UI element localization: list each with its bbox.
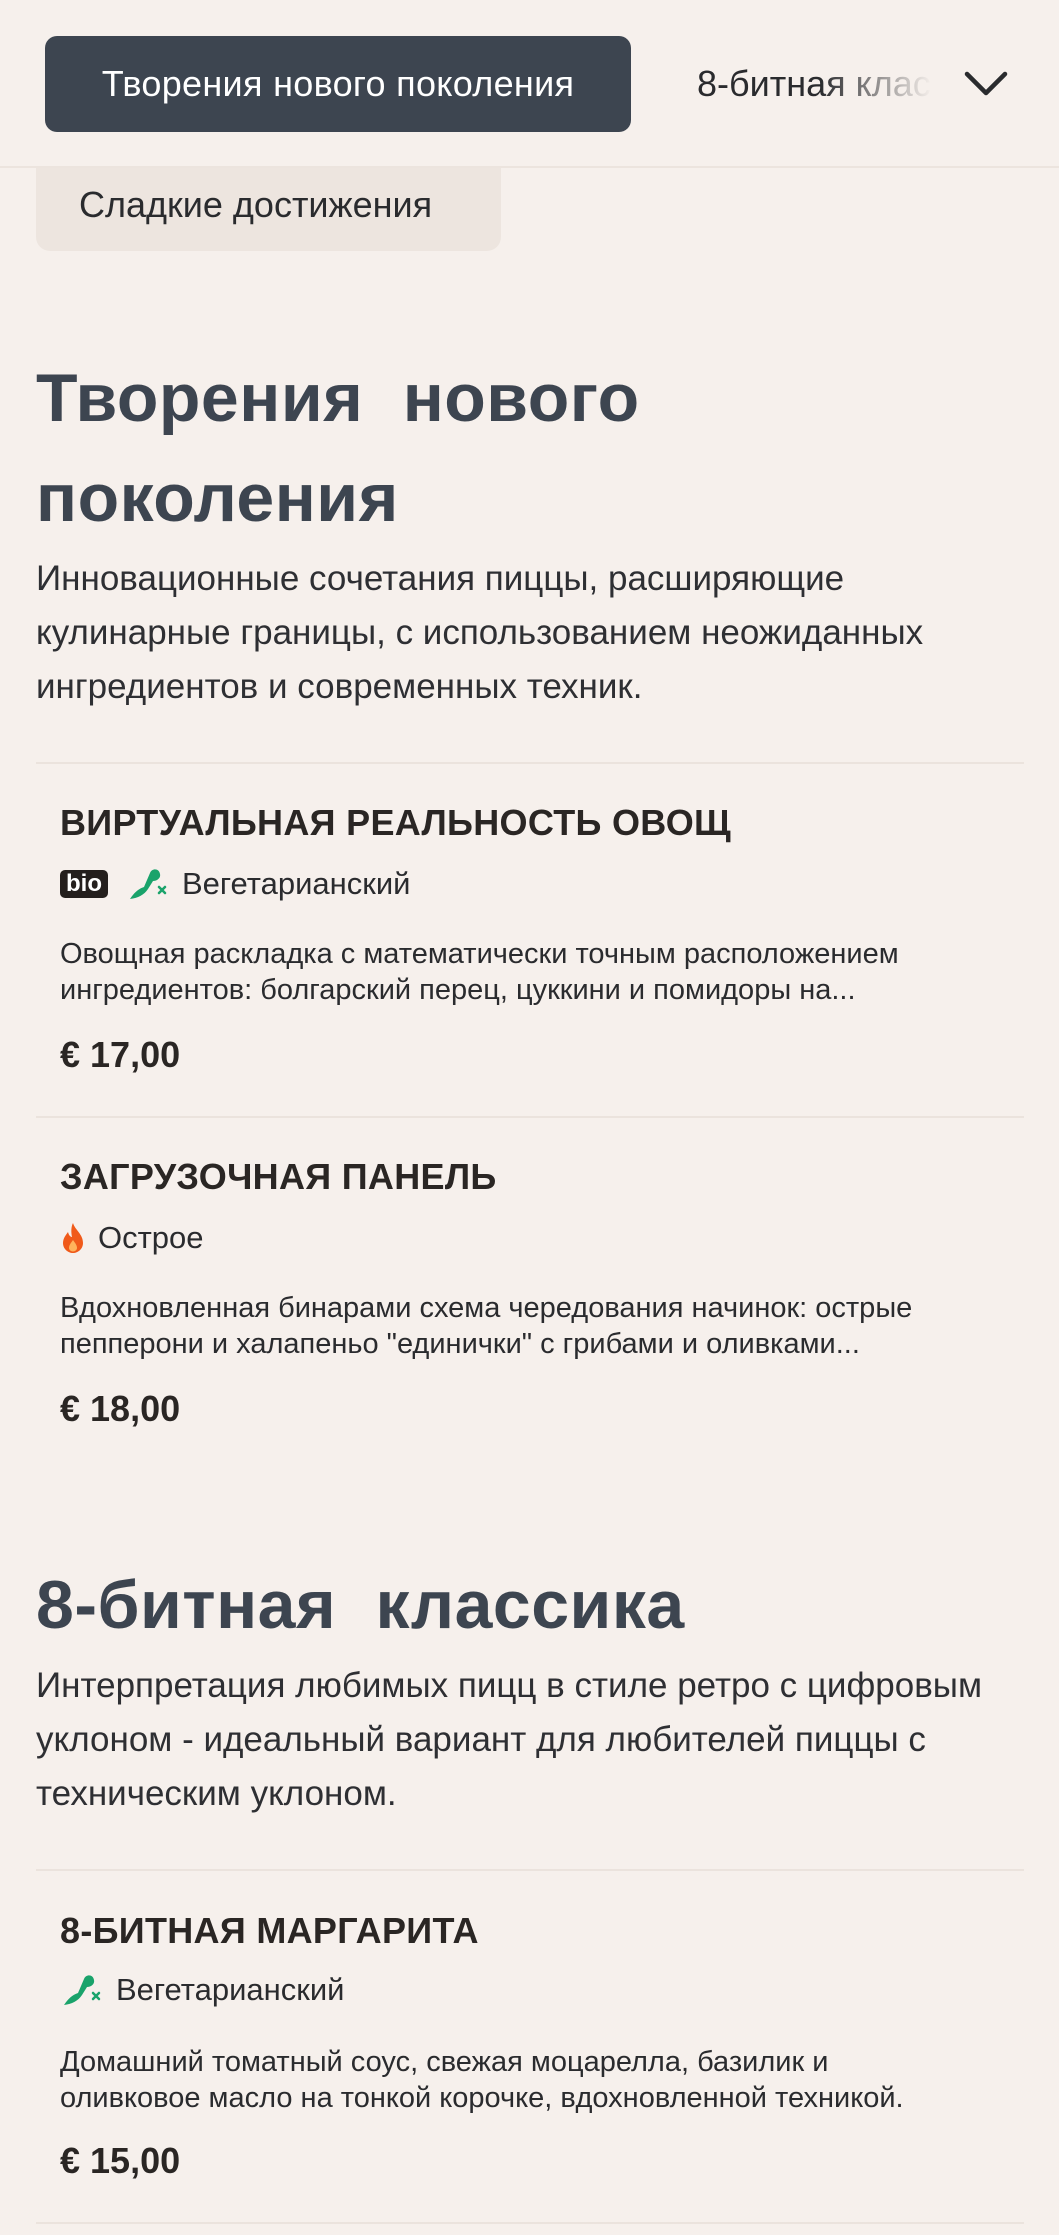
tag-label: Вегетарианский	[182, 866, 411, 901]
tag-label: Острое	[98, 1220, 204, 1255]
flame-icon	[60, 1218, 86, 1258]
category-nav: Творения нового поколения 8-битная класс…	[0, 0, 1059, 168]
item-price: € 17,00	[60, 1034, 181, 1075]
description-line: Овощная раскладка с математически точным…	[60, 938, 899, 970]
description-line: Вдохновленная бинарами схема чередования…	[60, 1292, 913, 1324]
divider	[36, 762, 1024, 764]
item-description: Овощная раскладка с математически точным…	[60, 936, 1020, 1008]
category-tab-label: Творения нового поколения	[101, 63, 575, 104]
description-line: ингредиентов: болгарский перец, цуккини …	[60, 974, 856, 1006]
vegetarian-icon	[126, 864, 168, 904]
item-name: ЗАГРУЗОЧНАЯ ПАНЕЛЬ	[60, 1156, 497, 1197]
section-description: Интерпретация любимых пицц в стиле ретро…	[36, 1666, 983, 1813]
description-line: Домашний томатный соус, свежая моцарелла…	[60, 2046, 829, 2078]
divider	[36, 2222, 1024, 2224]
section-title: 8-битная классика	[36, 1567, 685, 1643]
item-tags: Острое	[60, 1218, 204, 1258]
description-line: пепперони и халапеньо "единички" с гриба…	[60, 1328, 860, 1360]
item-description: Вдохновленная бинарами схема чередования…	[60, 1290, 1020, 1362]
chevron-down-icon[interactable]	[958, 56, 1014, 112]
item-description: Домашний томатный соус, свежая моцарелла…	[60, 2044, 1020, 2116]
bio-badge: bio	[60, 870, 108, 898]
nav-fade-overlay	[820, 30, 960, 140]
section-description: Инновационные сочетания пиццы, расширяющ…	[36, 559, 924, 706]
item-tags: bio Вегетарианский	[60, 864, 410, 904]
description-line: оливковое масло на тонкой корочке, вдохн…	[60, 2082, 904, 2114]
item-price: € 18,00	[60, 1388, 181, 1429]
item-name: 8-БИТНАЯ МАРГАРИТА	[60, 1910, 479, 1951]
section-title: Творения нового	[36, 360, 640, 436]
tag-label: Вегетарианский	[116, 1972, 345, 2007]
category-tab-active[interactable]: Творения нового поколения	[45, 36, 631, 132]
item-name: ВИРТУАЛЬНАЯ РЕАЛЬНОСТЬ ОВОЩ	[60, 802, 731, 843]
section-title: поколения	[36, 460, 399, 536]
vegetarian-icon	[60, 1970, 102, 2010]
category-chip-label: Сладкие достижения	[79, 183, 433, 225]
divider	[36, 1869, 1024, 1871]
divider	[36, 1116, 1024, 1118]
item-price: € 15,00	[60, 2140, 181, 2181]
item-tags: Вегетарианский	[60, 1970, 344, 2010]
